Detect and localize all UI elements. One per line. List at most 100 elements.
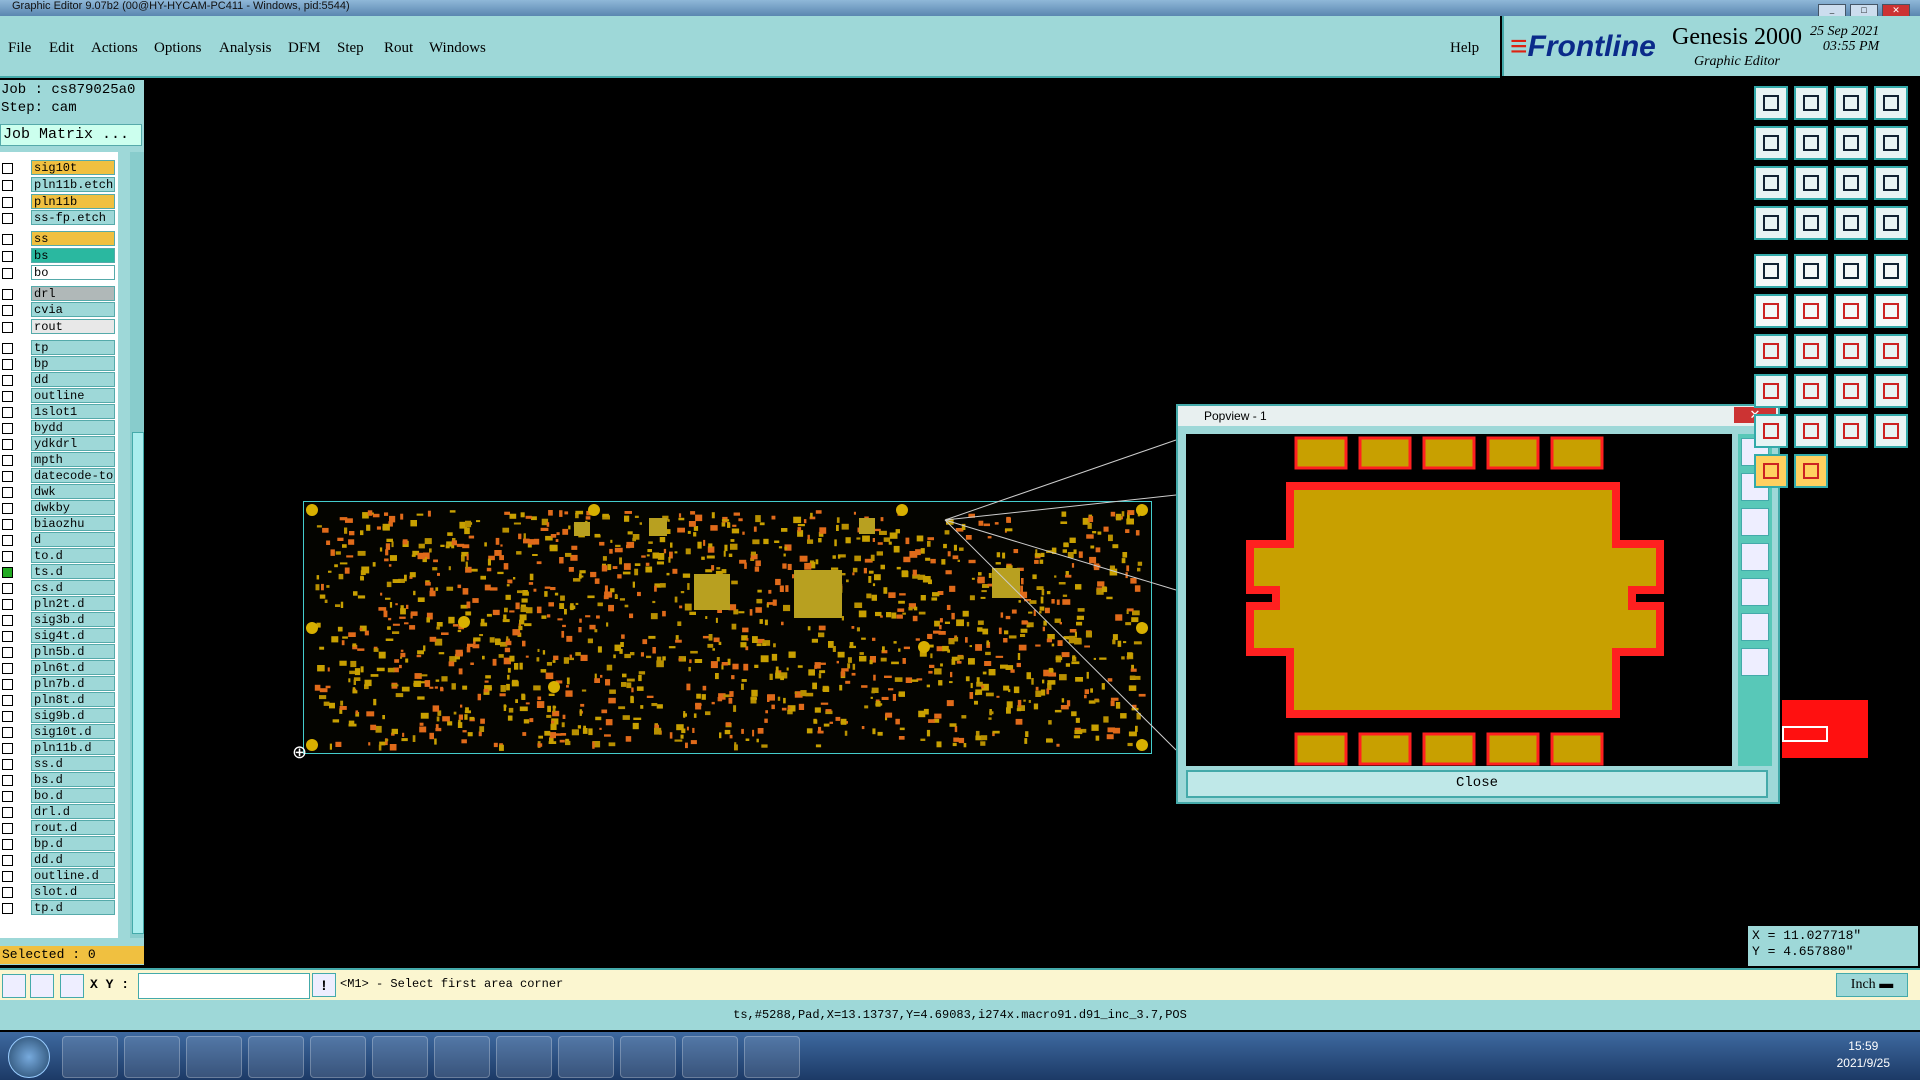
layer-checkbox[interactable] [2,887,13,898]
layer-row-to-d[interactable]: to.d [0,548,118,564]
menu-actions[interactable]: Actions [91,40,138,57]
layer-row-pln5b-d[interactable]: pln5b.d [0,644,118,660]
add-pad-icon[interactable] [1754,254,1788,288]
grid-tool-icon[interactable] [60,974,84,998]
layer-row-ss-fp-etch[interactable]: ss-fp.etch [0,210,118,226]
layer-row-pln6t-d[interactable]: pln6t.d [0,660,118,676]
job-matrix-button[interactable]: Job Matrix ... [0,124,142,146]
layer-row-bp-d[interactable]: bp.d [0,836,118,852]
layer-row-dwk[interactable]: dwk [0,484,118,500]
layer-checkbox[interactable] [2,196,13,208]
layer-row-dd-d[interactable]: dd.d [0,852,118,868]
layer-row-sig10t[interactable]: sig10t [0,160,118,176]
menu-rout[interactable]: Rout [384,40,413,57]
open-icon[interactable] [1794,86,1828,120]
layer-checkbox[interactable] [2,407,13,418]
layer-row-ss-d[interactable]: ss.d [0,756,118,772]
select-icon[interactable] [1754,454,1788,488]
layer-row-drl[interactable]: drl [0,285,118,302]
messenger-icon[interactable] [186,1036,242,1078]
layer-row-pln2t-d[interactable]: pln2t.d [0,596,118,612]
save-disk-icon[interactable] [248,1036,304,1078]
layer-row-ss[interactable]: ss [0,231,118,247]
layer-row-ydkdrl[interactable]: ydkdrl [0,436,118,452]
layer-checkbox[interactable] [2,679,13,690]
draw-line-icon[interactable] [1794,334,1828,368]
files-icon[interactable] [558,1036,614,1078]
layer-checkbox[interactable] [2,375,13,386]
connect-icon[interactable] [1754,294,1788,328]
angle-icon[interactable] [1754,334,1788,368]
layer-row-ts-d[interactable]: ts.d [0,564,118,580]
layer-checkbox[interactable] [2,487,13,498]
layer-checkbox[interactable] [2,775,13,786]
popview-canvas[interactable] [1186,434,1732,766]
layer-checkbox[interactable] [2,179,13,191]
layer-row-rout-d[interactable]: rout.d [0,820,118,836]
menu-edit[interactable]: Edit [49,40,74,57]
home-icon[interactable] [1834,86,1868,120]
layer-checkbox[interactable] [2,903,13,914]
circle-icon[interactable] [1874,254,1908,288]
delete-icon[interactable] [1794,294,1828,328]
layer-checkbox[interactable] [2,727,13,738]
layer-row-slot-d[interactable]: slot.d [0,884,118,900]
info-icon[interactable]: ! [312,973,336,997]
layer-checkbox[interactable] [2,791,13,802]
menu-dfm[interactable]: DFM [288,40,321,57]
layer-checkbox[interactable] [2,695,13,706]
layer-row-pln7b-d[interactable]: pln7b.d [0,676,118,692]
menu-step[interactable]: Step [337,40,364,57]
genesis-icon[interactable] [744,1036,800,1078]
layer-checkbox[interactable] [2,807,13,818]
layer-checkbox[interactable] [2,471,13,482]
layer-row-pln11b-etch[interactable]: pln11b.etch [0,176,118,193]
layer-checkbox[interactable] [2,503,13,514]
snap-tool-icon[interactable] [2,974,26,998]
excel-icon[interactable] [434,1036,490,1078]
layer-row-bs[interactable]: bs [0,248,118,264]
layer-checkbox[interactable] [2,855,13,866]
layer-row-d[interactable]: d [0,532,118,548]
layer-row-tp[interactable]: tp [0,340,118,356]
shell-icon[interactable] [62,1036,118,1078]
layer-checkbox[interactable] [2,439,13,450]
start-button-icon[interactable] [8,1036,50,1078]
pcb-board-view[interactable] [303,501,1152,754]
notepad-icon[interactable] [124,1036,180,1078]
layer-row-bo[interactable]: bo [0,264,118,281]
help-icon[interactable] [1874,166,1908,200]
layer-checkbox[interactable] [2,871,13,882]
layer-checkbox[interactable] [2,343,13,354]
layer-checkbox[interactable] [2,455,13,466]
align-icon[interactable] [1834,206,1868,240]
layer-checkbox[interactable] [2,251,13,262]
layer-checkbox[interactable] [2,267,13,279]
x-app-icon[interactable] [682,1036,738,1078]
layer-row-bp[interactable]: bp [0,356,118,372]
eye-app-icon[interactable] [620,1036,676,1078]
layer-row-sig3b-d[interactable]: sig3b.d [0,612,118,628]
text-fill-icon[interactable] [1834,414,1868,448]
split-icon[interactable] [1794,374,1828,408]
redo-icon[interactable] [1794,126,1828,160]
hand-icon[interactable] [1754,206,1788,240]
xy-input[interactable] [138,973,310,999]
zoom-fit-icon[interactable] [1754,166,1788,200]
layer-checkbox[interactable] [2,213,13,225]
layer-checkbox[interactable] [2,359,13,370]
g-app-icon[interactable] [496,1036,552,1078]
layer-row-bo-d[interactable]: bo.d [0,788,118,804]
save-icon[interactable] [1754,86,1788,120]
text-icon[interactable] [1754,414,1788,448]
layer-checkbox[interactable] [2,743,13,754]
window-title-bar[interactable]: Graphic Editor 9.07b2 (00@HY-HYCAM-PC411… [0,0,1920,18]
units-select[interactable]: Inch ▬ [1836,973,1908,997]
layer-checkbox[interactable] [2,647,13,658]
snap-icon[interactable] [1874,126,1908,160]
mirror-icon[interactable] [1834,126,1868,160]
layer-row-cvia[interactable]: cvia [0,302,118,318]
layer-checkbox[interactable] [2,535,13,546]
net-icon[interactable] [1874,206,1908,240]
layer-row-sig4t-d[interactable]: sig4t.d [0,628,118,644]
